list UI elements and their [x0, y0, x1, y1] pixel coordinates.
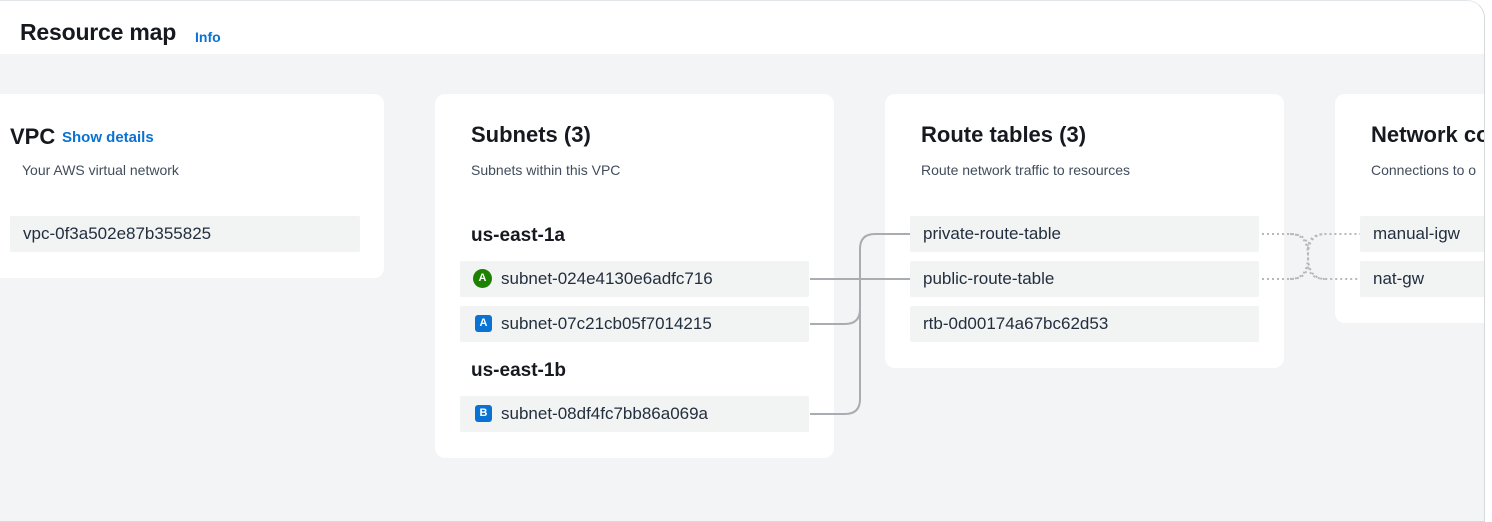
subnet-item[interactable]: B subnet-08df4fc7bb86a069a — [460, 396, 809, 432]
vpc-title: VPC — [10, 124, 56, 149]
resource-map-panel: Resource map Info VPC Show details Your … — [0, 0, 1485, 522]
vpc-card: VPC Show details Your AWS virtual networ… — [0, 94, 384, 278]
subnet-id: subnet-024e4130e6adfc716 — [501, 269, 713, 288]
route-table-name: public-route-table — [923, 269, 1055, 288]
route-tables-card: Route tables (3) Route network traffic t… — [885, 94, 1284, 368]
subnet-item[interactable]: A subnet-07c21cb05f7014215 — [460, 306, 809, 342]
network-connection-item[interactable]: manual-igw — [1360, 216, 1484, 252]
subnet-id: subnet-07c21cb05f7014215 — [501, 314, 712, 333]
az-label-us-east-1b: us-east-1b — [471, 360, 567, 381]
route-table-name: private-route-table — [923, 224, 1061, 243]
vpc-id: vpc-0f3a502e87b355825 — [23, 224, 212, 243]
network-connections-title: Network co — [1371, 122, 1485, 147]
show-details-link[interactable]: Show details — [62, 129, 154, 146]
network-connection-item[interactable]: nat-gw — [1360, 261, 1484, 297]
route-table-item[interactable]: rtb-0d00174a67bc62d53 — [910, 306, 1259, 342]
subnet-item[interactable]: A subnet-024e4130e6adfc716 — [460, 261, 809, 297]
network-connections-card: Network co Connections to o manual-igw n… — [1335, 94, 1485, 323]
route-table-item[interactable]: public-route-table — [910, 261, 1259, 297]
subnets-card: Subnets (3) Subnets within this VPC us-e… — [435, 94, 834, 458]
route-tables-title: Route tables (3) — [921, 122, 1087, 147]
network-connection-name: manual-igw — [1373, 224, 1460, 243]
info-link[interactable]: Info — [195, 29, 221, 45]
az-a-badge-icon: A — [475, 315, 492, 332]
route-table-name: rtb-0d00174a67bc62d53 — [923, 314, 1109, 333]
az-label-us-east-1a: us-east-1a — [471, 225, 565, 246]
subnets-title: Subnets (3) — [471, 122, 591, 147]
page-title: Resource map — [20, 19, 177, 45]
subnets-subtitle: Subnets within this VPC — [471, 162, 621, 178]
az-a-badge-icon: A — [473, 269, 492, 288]
route-table-item[interactable]: private-route-table — [910, 216, 1259, 252]
vpc-subtitle: Your AWS virtual network — [22, 162, 179, 178]
subnet-id: subnet-08df4fc7bb86a069a — [501, 404, 709, 423]
network-connections-subtitle: Connections to o — [1371, 162, 1477, 178]
route-tables-subtitle: Route network traffic to resources — [921, 162, 1131, 178]
vpc-id-item[interactable]: vpc-0f3a502e87b355825 — [10, 216, 360, 252]
az-b-badge-icon: B — [475, 405, 492, 422]
panel-header: Resource map Info — [0, 1, 1484, 54]
network-connection-name: nat-gw — [1373, 269, 1425, 288]
resource-map-canvas[interactable]: VPC Show details Your AWS virtual networ… — [0, 54, 1485, 521]
